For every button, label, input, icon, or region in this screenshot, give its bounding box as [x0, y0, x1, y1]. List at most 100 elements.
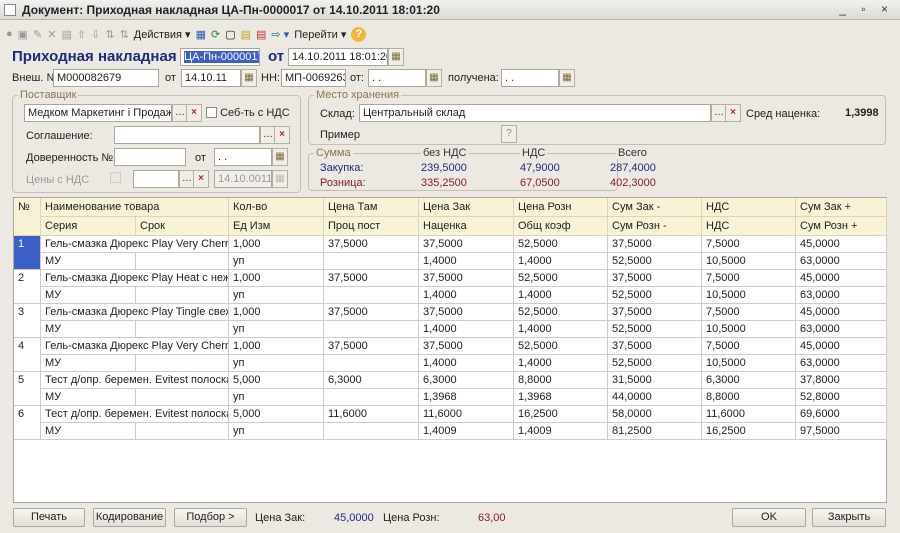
- coding-button[interactable]: Кодирование: [93, 508, 166, 527]
- copy-icon[interactable]: ▣: [18, 28, 28, 41]
- help-icon[interactable]: ?: [351, 26, 367, 42]
- warehouse-field[interactable]: Центральный склад: [359, 104, 711, 122]
- close-button[interactable]: Закрыть: [812, 508, 886, 527]
- ext-number-field[interactable]: М000082679: [53, 69, 159, 87]
- agreement-label: Соглашение:: [26, 130, 93, 142]
- cell-sum-ret-plus: 63,0000: [796, 287, 887, 304]
- unfill-icon[interactable]: ▤: [256, 28, 266, 41]
- calendar-icon[interactable]: ▦: [388, 48, 404, 66]
- save-icon[interactable]: ▤: [62, 28, 72, 41]
- cell-price-retail: 52,5000: [514, 270, 608, 287]
- calendar-icon[interactable]: ▦: [272, 148, 288, 166]
- ok-button[interactable]: OK: [732, 508, 806, 527]
- nn-label: НН:: [261, 72, 280, 84]
- column-header[interactable]: Сум Зак +: [796, 198, 887, 217]
- items-table[interactable]: № Наименование товара Серия Срок Кол-во Ед Из…: [13, 197, 887, 503]
- delete-icon[interactable]: ✕: [47, 28, 56, 41]
- goto-label: Перейти: [294, 28, 338, 41]
- column-header[interactable]: Срок: [136, 217, 229, 236]
- column-header[interactable]: Наценка: [419, 217, 514, 236]
- cell-proc: [324, 389, 419, 406]
- doc-number-field[interactable]: ЦА-Пн-0000017: [180, 48, 260, 66]
- cell-price-customs: 37,5000: [324, 270, 419, 287]
- cell-proc: [324, 287, 419, 304]
- column-header[interactable]: Цена Там: [324, 198, 419, 217]
- clear-icon[interactable]: ×: [274, 126, 290, 144]
- print-button[interactable]: Печать: [13, 508, 85, 527]
- based-on-icon[interactable]: ⇨ ▾: [271, 28, 289, 41]
- cell-price-retail: 8,8000: [514, 372, 608, 389]
- ext-date-field[interactable]: 14.10.11: [181, 69, 241, 87]
- add-icon[interactable]: ●: [6, 28, 13, 40]
- calendar-icon[interactable]: ▦: [241, 69, 257, 87]
- cell-vat2: 10,5000: [702, 321, 796, 338]
- sort-asc-icon[interactable]: ⇅: [105, 28, 114, 41]
- edit-icon[interactable]: ✎: [33, 28, 42, 41]
- actions-menu[interactable]: Действия ▾: [134, 28, 191, 41]
- post-icon[interactable]: ▦: [196, 28, 206, 41]
- calendar-icon[interactable]: ▦: [426, 69, 442, 87]
- cell-name: Гель-смазка Дюрекс Play Very Cherry ...: [41, 236, 229, 253]
- cell-series: МУ: [41, 321, 136, 338]
- nn-field[interactable]: МП-0069263: [281, 69, 346, 87]
- column-header[interactable]: Наименование товара: [41, 198, 229, 217]
- agreement-field[interactable]: [114, 126, 260, 144]
- column-header[interactable]: Сум Розн +: [796, 217, 887, 236]
- column-header[interactable]: Цена Розн: [514, 198, 608, 217]
- fill-icon[interactable]: ▤: [241, 28, 251, 41]
- column-header[interactable]: Цена Зак: [419, 198, 514, 217]
- cell-series: МУ: [41, 389, 136, 406]
- nn-from-label: от:: [350, 72, 364, 84]
- column-header[interactable]: Кол-во: [229, 198, 324, 217]
- supplier-field[interactable]: Медком Маркетинг і Продаж У: [24, 104, 172, 122]
- cost-vat-checkbox[interactable]: Себ-ть с НДС: [206, 107, 290, 119]
- power-of-attorney-label: Доверенность №:: [26, 152, 117, 164]
- cell-qty: 5,000: [229, 406, 324, 423]
- column-header[interactable]: НДС: [702, 198, 796, 217]
- selection-button[interactable]: Подбор >: [174, 508, 247, 527]
- refresh-icon[interactable]: ⟳: [211, 28, 220, 41]
- column-header[interactable]: Серия: [41, 217, 136, 236]
- move-up-icon[interactable]: ⇧: [77, 28, 86, 41]
- cell-markup: 1,4009: [419, 423, 514, 440]
- column-header[interactable]: Ед Изм: [229, 217, 324, 236]
- cell-vat1: 7,5000: [702, 236, 796, 253]
- cell-series: МУ: [41, 423, 136, 440]
- prices-vat-date-field: 14.10.0011: [214, 170, 272, 188]
- column-header[interactable]: Сум Розн -: [608, 217, 702, 236]
- cell-price-customs: 37,5000: [324, 304, 419, 321]
- doc-date-field[interactable]: 14.10.2011 18:01:20: [288, 48, 388, 66]
- cell-name: Тест д/опр. беремен. Evitest полоска ...: [41, 406, 229, 423]
- power-from-label: от: [195, 152, 206, 164]
- power-of-attorney-field[interactable]: [114, 148, 186, 166]
- calendar-icon[interactable]: ▦: [559, 69, 575, 87]
- cell-sum-ret-minus: 52,5000: [608, 355, 702, 372]
- nn-date-field[interactable]: . .: [368, 69, 426, 87]
- cell-coef: 1,4000: [514, 287, 608, 304]
- received-date-field[interactable]: . .: [501, 69, 559, 87]
- document-view-icon[interactable]: ▢: [225, 28, 235, 41]
- received-label: получена:: [448, 72, 499, 84]
- column-header[interactable]: НДС: [702, 217, 796, 236]
- goto-menu[interactable]: Перейти ▾: [294, 28, 346, 41]
- column-header[interactable]: №: [14, 198, 41, 236]
- sort-desc-icon[interactable]: ⇅: [120, 28, 129, 41]
- cell-markup: 1,4000: [419, 321, 514, 338]
- clear-icon[interactable]: ×: [186, 104, 202, 122]
- row-number: 5: [14, 372, 41, 406]
- cell-coef: 1,4009: [514, 423, 608, 440]
- window-controls[interactable]: _ ▫ ×: [839, 2, 894, 16]
- cell-sum-ret-plus: 63,0000: [796, 321, 887, 338]
- example-help-button[interactable]: ?: [501, 125, 517, 143]
- clear-icon[interactable]: ×: [725, 104, 741, 122]
- cell-vat2: 10,5000: [702, 287, 796, 304]
- column-header[interactable]: Сум Зак -: [608, 198, 702, 217]
- prices-vat-checkbox[interactable]: [110, 172, 121, 183]
- column-header[interactable]: Общ коэф: [514, 217, 608, 236]
- power-date-field[interactable]: . .: [214, 148, 272, 166]
- move-down-icon[interactable]: ⇩: [91, 28, 100, 41]
- column-header[interactable]: Проц пост: [324, 217, 419, 236]
- cell-term: [136, 389, 229, 406]
- clear-icon[interactable]: ×: [193, 170, 209, 188]
- prices-vat-field[interactable]: [133, 170, 179, 188]
